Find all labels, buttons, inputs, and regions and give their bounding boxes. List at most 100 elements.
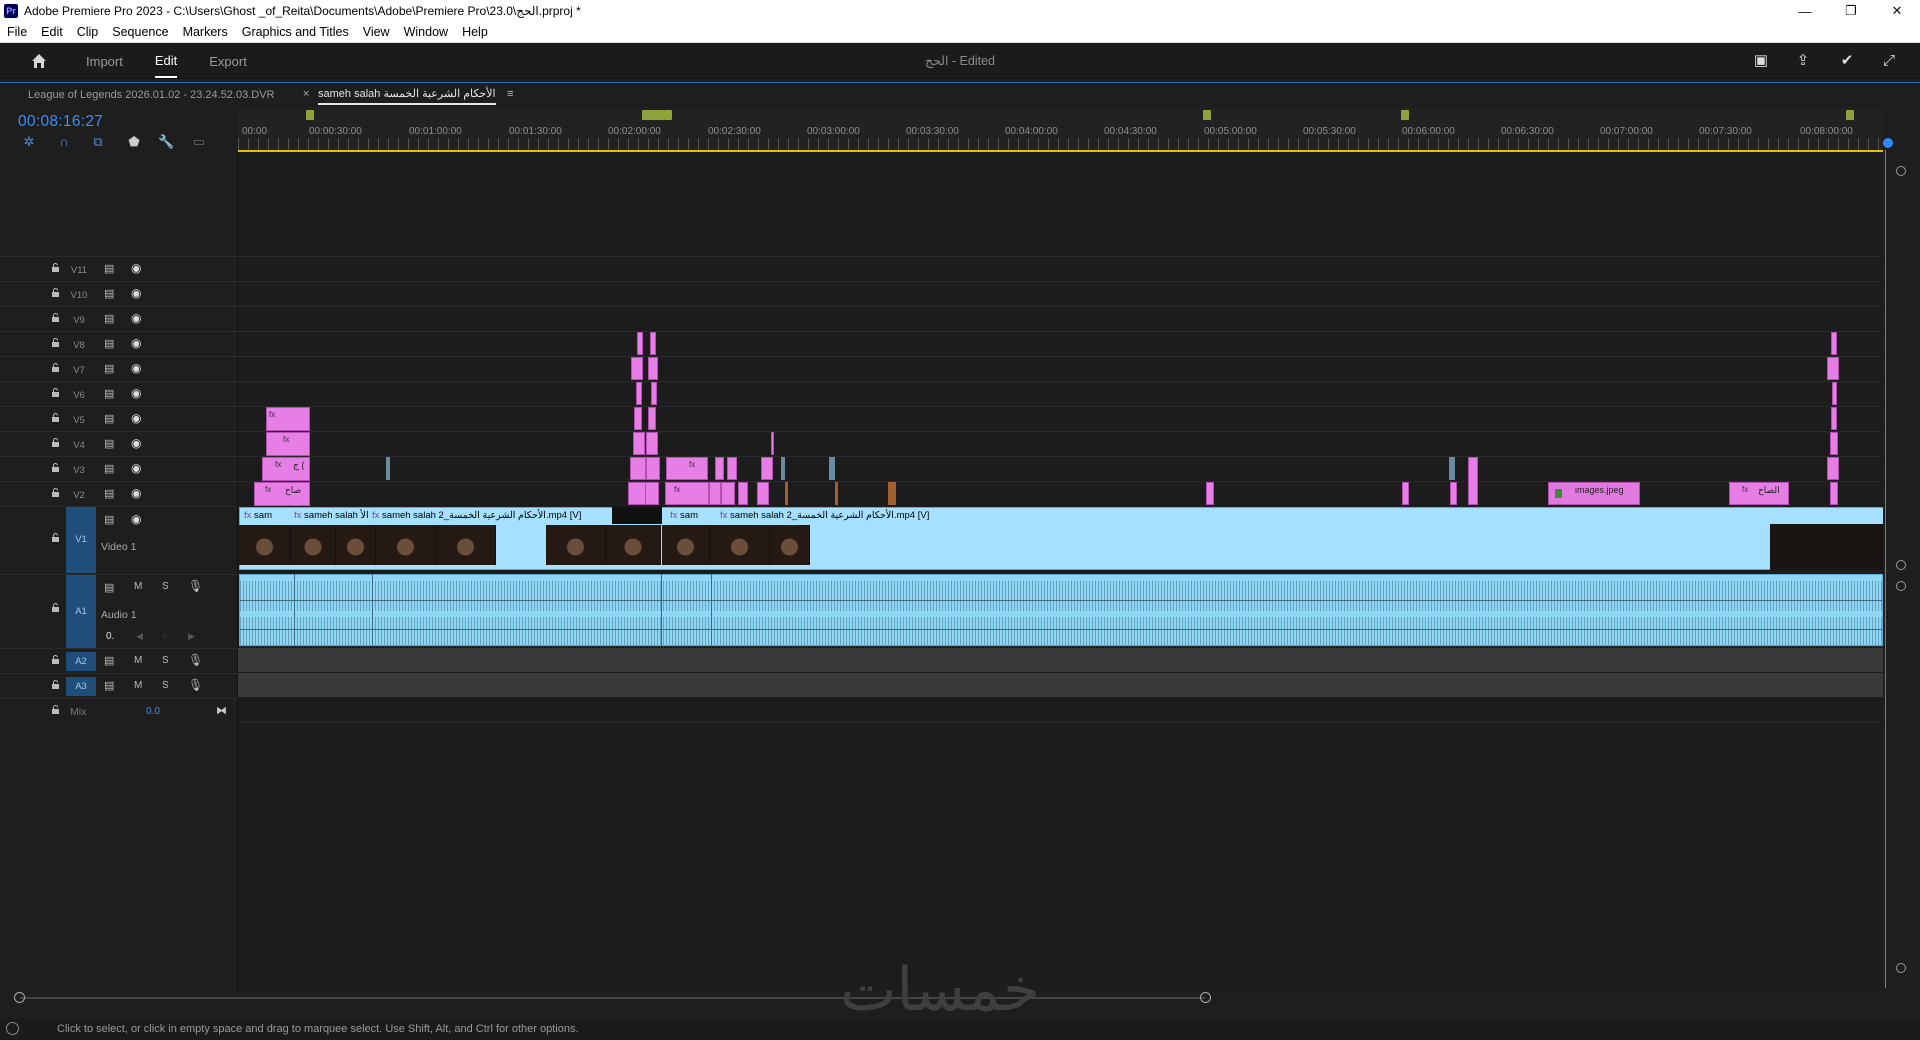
add-marker-icon[interactable]: ⬟ — [126, 134, 142, 150]
lock-icon[interactable] — [51, 263, 60, 272]
playhead-timecode[interactable]: 00:08:16:27 — [18, 113, 103, 131]
tab-sequence-active[interactable]: sameh salah الأحكام الشرعية الخمسة — [318, 87, 496, 105]
menu-window[interactable]: Window — [397, 25, 455, 39]
track-label[interactable]: V11 — [66, 265, 92, 279]
sequence-marker[interactable] — [306, 110, 314, 120]
graphic-clip[interactable] — [1402, 482, 1409, 505]
mute-button[interactable]: M — [134, 680, 142, 691]
eye-icon[interactable]: ◉ — [131, 361, 141, 375]
menu-edit[interactable]: Edit — [34, 25, 70, 39]
sync-lock-icon[interactable]: ▤ — [104, 412, 114, 425]
sequence-marker[interactable] — [1401, 110, 1409, 120]
timeline-tracks[interactable]: fx fx fx ج ( fx صاح fx fx images.jpeg fx ال… — [238, 152, 1883, 990]
mix-value[interactable]: 0.0 — [146, 706, 160, 717]
eye-icon[interactable]: ◉ — [131, 436, 141, 450]
graphic-clip[interactable] — [1827, 457, 1839, 480]
sync-lock-icon[interactable]: ▤ — [104, 462, 114, 475]
mute-button[interactable]: M — [134, 655, 142, 666]
eye-icon[interactable]: ◉ — [131, 461, 141, 475]
audio-clip[interactable] — [239, 574, 1883, 647]
share-icon[interactable]: ⇪ — [1794, 52, 1812, 70]
menu-view[interactable]: View — [356, 25, 397, 39]
sync-lock-icon[interactable]: ▤ — [104, 513, 114, 526]
graphic-clip[interactable] — [1827, 357, 1839, 380]
lock-icon[interactable] — [51, 363, 60, 372]
nest-icon[interactable]: ✲ — [21, 134, 37, 150]
mic-icon[interactable]: 🎙 — [188, 653, 203, 667]
sync-lock-icon[interactable]: ▤ — [104, 312, 114, 325]
close-tab-icon[interactable]: × — [303, 88, 309, 100]
sequence-marker[interactable] — [1203, 110, 1211, 120]
menu-sequence[interactable]: Sequence — [105, 25, 175, 39]
eye-icon[interactable]: ◉ — [131, 386, 141, 400]
solo-button[interactable]: S — [162, 581, 169, 592]
eye-icon[interactable]: ◉ — [131, 486, 141, 500]
menu-graphics-titles[interactable]: Graphics and Titles — [235, 25, 356, 39]
graphic-clip[interactable] — [835, 482, 838, 505]
graphic-clip[interactable] — [761, 457, 773, 480]
graphic-clip[interactable] — [645, 482, 659, 505]
workspaces-icon[interactable]: ▣ — [1752, 52, 1770, 70]
graphic-clip[interactable] — [1830, 482, 1838, 505]
eye-icon[interactable]: ◉ — [131, 512, 141, 526]
snap-icon[interactable]: ∩ — [56, 134, 72, 150]
restore-button[interactable]: ❐ — [1828, 0, 1874, 22]
audio-track-a3[interactable] — [238, 673, 1883, 697]
graphic-clip[interactable] — [1831, 332, 1837, 355]
menu-file[interactable]: File — [0, 25, 34, 39]
graphic-clip[interactable] — [1831, 407, 1837, 430]
vertical-zoom-handle[interactable] — [1896, 166, 1906, 176]
lock-icon[interactable] — [51, 388, 60, 397]
graphic-clip[interactable] — [650, 332, 656, 355]
eye-icon[interactable]: ◉ — [131, 286, 141, 300]
adjustment-clip[interactable] — [1449, 457, 1455, 480]
panel-menu-icon[interactable]: ≡ — [507, 88, 513, 100]
graphic-clip[interactable] — [888, 482, 896, 505]
graphic-clip[interactable] — [646, 432, 658, 455]
graphic-clip[interactable] — [771, 432, 774, 455]
lock-icon[interactable] — [51, 603, 60, 612]
graphic-clip[interactable] — [633, 432, 645, 455]
graphic-clip[interactable] — [651, 382, 657, 405]
sync-lock-icon[interactable]: ▤ — [104, 679, 114, 692]
scroll-handle-right[interactable] — [1200, 992, 1211, 1003]
sync-lock-icon[interactable]: ▤ — [104, 362, 114, 375]
adjustment-clip[interactable] — [829, 457, 835, 480]
graphic-clip[interactable] — [727, 457, 737, 480]
lock-icon[interactable] — [51, 705, 60, 714]
linked-selection-icon[interactable]: ⧉ — [90, 134, 106, 150]
track-target-a1[interactable]: A1 — [66, 575, 96, 649]
expand-mix-icon[interactable]: ⧓ — [216, 704, 227, 717]
graphic-clip[interactable] — [648, 357, 658, 380]
sync-lock-icon[interactable]: ▤ — [104, 387, 114, 400]
lock-icon[interactable] — [51, 288, 60, 297]
track-label[interactable]: V9 — [66, 315, 92, 329]
eye-icon[interactable]: ◉ — [131, 336, 141, 350]
eye-icon[interactable]: ◉ — [131, 411, 141, 425]
add-keyframe-icon[interactable]: ○ — [162, 631, 167, 641]
graphic-clip[interactable]: fx — [266, 432, 310, 456]
mute-button[interactable]: M — [134, 581, 142, 592]
graphic-clip[interactable] — [1450, 482, 1457, 505]
sequence-marker[interactable] — [642, 110, 664, 120]
volume-value[interactable]: 0. — [106, 631, 114, 642]
graphic-clip[interactable]: fx — [665, 482, 709, 505]
graphic-clip[interactable] — [648, 407, 656, 430]
graphic-clip[interactable]: fx الصاح — [1729, 482, 1789, 505]
eye-icon[interactable]: ◉ — [131, 261, 141, 275]
mic-icon[interactable]: 🎙 — [188, 678, 203, 692]
sync-lock-icon[interactable]: ▤ — [104, 287, 114, 300]
graphic-clip[interactable] — [631, 357, 643, 380]
close-button[interactable]: ✕ — [1874, 0, 1920, 22]
sequence-marker[interactable] — [1846, 110, 1854, 120]
track-label[interactable]: V4 — [66, 440, 92, 454]
sync-lock-icon[interactable]: ▤ — [104, 337, 114, 350]
graphic-clip[interactable]: fx — [266, 407, 310, 431]
vertical-zoom-handle[interactable] — [1896, 560, 1906, 570]
time-ruler[interactable]: 00:00 00:00:30:00 00:01:00:00 00:01:30:0… — [238, 108, 1883, 152]
graphic-clip[interactable] — [709, 482, 721, 505]
track-label[interactable]: V7 — [66, 365, 92, 379]
sync-lock-icon[interactable]: ▤ — [104, 581, 114, 594]
graphic-clip[interactable] — [785, 482, 788, 505]
graphic-clip[interactable] — [646, 457, 660, 480]
